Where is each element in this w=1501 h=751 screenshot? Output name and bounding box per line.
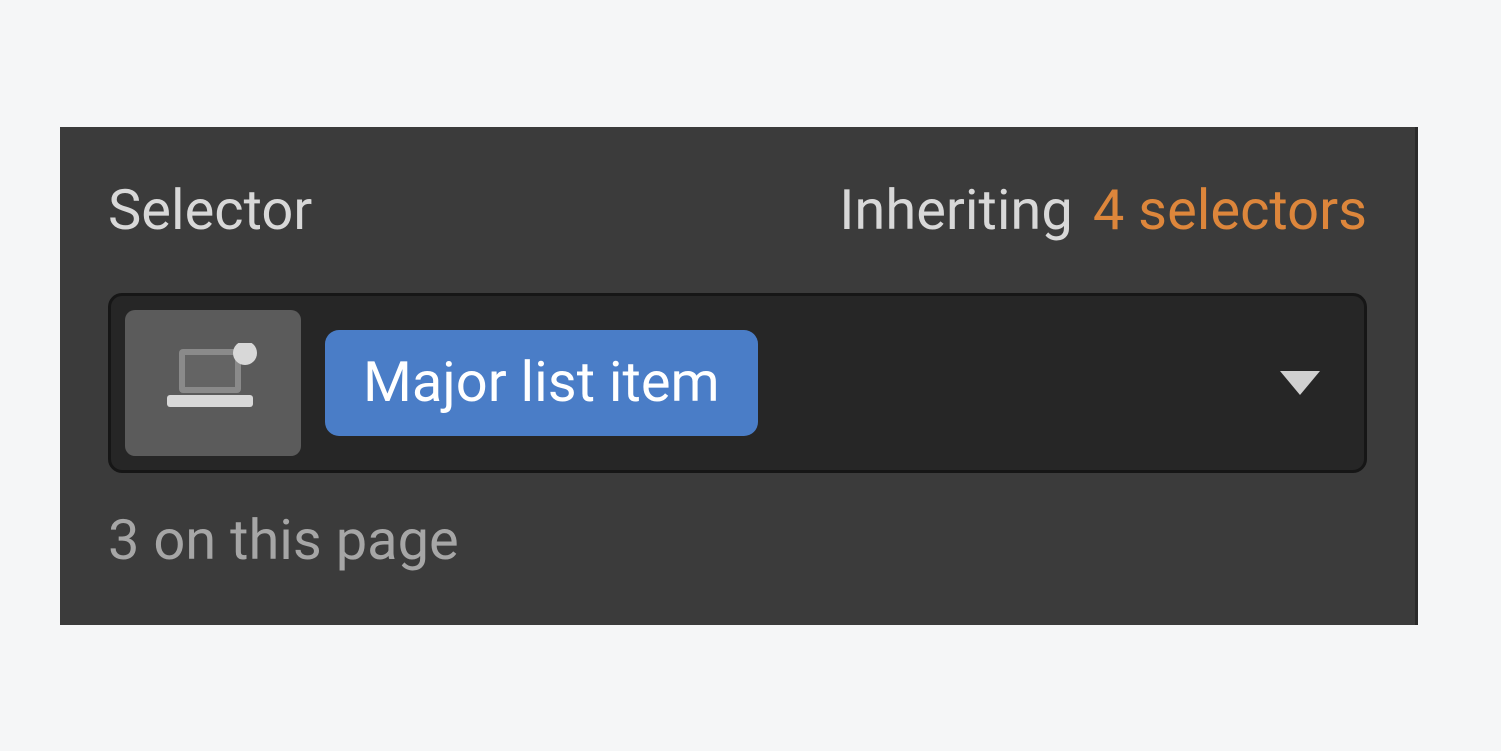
selector-header-row: Selector Inheriting 4 selectors xyxy=(108,177,1367,243)
desktop-breakpoint-icon xyxy=(163,343,263,423)
selector-label: Selector xyxy=(108,177,312,243)
instance-count: 3 on this page xyxy=(108,507,1367,573)
class-chip[interactable]: Major list item xyxy=(325,330,758,436)
selector-input[interactable]: Major list item xyxy=(108,293,1367,473)
selector-panel: Selector Inheriting 4 selectors xyxy=(60,127,1418,625)
breakpoint-button[interactable] xyxy=(125,310,301,456)
inheriting-label: Inheriting xyxy=(839,177,1073,243)
dropdown-caret-icon[interactable] xyxy=(1280,371,1320,395)
stage: Selector Inheriting 4 selectors xyxy=(0,0,1501,751)
inheriting-indicator[interactable]: Inheriting 4 selectors xyxy=(839,177,1367,243)
inheriting-count[interactable]: 4 selectors xyxy=(1093,177,1367,243)
